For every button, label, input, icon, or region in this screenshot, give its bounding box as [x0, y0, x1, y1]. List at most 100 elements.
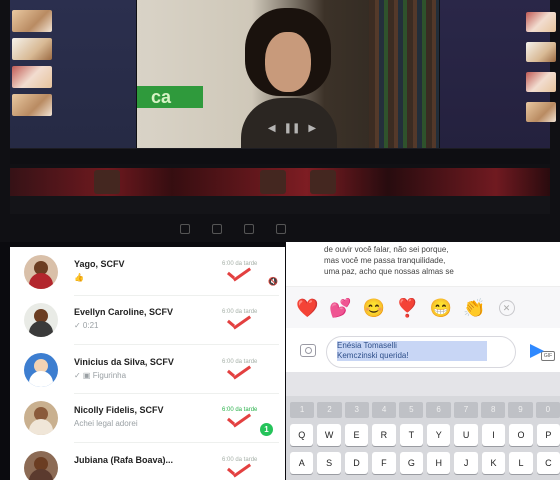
- thumbnail[interactable]: [526, 102, 556, 122]
- heart-exclamation-emoji[interactable]: ❣️: [396, 298, 418, 318]
- avatar: [24, 353, 58, 387]
- thumbnail[interactable]: [526, 42, 556, 62]
- chat-name: Evellyn Caroline, SCFV: [74, 307, 174, 317]
- letter-row-2: A S D F G H J K L C: [290, 452, 560, 474]
- key-a[interactable]: A: [290, 452, 314, 474]
- key-w[interactable]: W: [317, 424, 341, 446]
- avatar: [24, 451, 58, 480]
- avatar: [24, 255, 58, 289]
- nav-recent-icon[interactable]: [180, 224, 190, 234]
- key-c[interactable]: C: [536, 452, 560, 474]
- key-4[interactable]: 4: [371, 402, 397, 418]
- chat-time: 6:00 da tarde: [222, 309, 258, 315]
- participant-tile[interactable]: [94, 170, 120, 194]
- key-k[interactable]: K: [481, 452, 506, 474]
- key-7[interactable]: 7: [453, 402, 479, 418]
- key-q[interactable]: Q: [290, 424, 314, 446]
- two-hearts-emoji[interactable]: 💕: [329, 298, 351, 318]
- right-thumbnail-column: [526, 8, 558, 138]
- key-r[interactable]: R: [372, 424, 396, 446]
- nav-home-icon[interactable]: [212, 224, 222, 234]
- key-9[interactable]: 9: [508, 402, 533, 418]
- chat-row-jubiana[interactable]: Jubiana (Rafa Boava)... 6:00 da tarde: [10, 445, 285, 480]
- nav-menu-icon[interactable]: [276, 224, 286, 234]
- participant-strip: [10, 168, 550, 196]
- chat-preview: Achei legal adorei: [74, 419, 138, 428]
- key-0[interactable]: 0: [535, 402, 560, 418]
- divider: [74, 393, 279, 394]
- key-i[interactable]: I: [481, 424, 506, 446]
- forward-icon[interactable]: ▶: [308, 123, 316, 134]
- key-l[interactable]: L: [509, 452, 533, 474]
- key-1[interactable]: 1: [290, 402, 315, 418]
- thumbnail[interactable]: [12, 38, 52, 60]
- key-2[interactable]: 2: [317, 402, 342, 418]
- chat-preview: ✓ ▣ Figurinha: [74, 371, 127, 380]
- rewind-icon[interactable]: ◀: [268, 123, 276, 134]
- chat-row-nicolly[interactable]: Nicolly Fidelis, SCFV Achei legal adorei…: [10, 395, 285, 441]
- thumbnail[interactable]: [12, 66, 52, 88]
- chat-name: Jubiana (Rafa Boava)...: [74, 455, 174, 465]
- participant-tile[interactable]: [260, 170, 286, 194]
- letter-row-1: Q W E R T Y U I O P: [290, 424, 560, 446]
- key-d[interactable]: D: [344, 452, 369, 474]
- close-reactions-icon[interactable]: ✕: [498, 299, 515, 316]
- key-t[interactable]: T: [399, 424, 424, 446]
- chat-time: 6:00 da tarde: [222, 261, 258, 267]
- key-o[interactable]: O: [509, 424, 533, 446]
- key-6[interactable]: 6: [426, 402, 451, 418]
- heart-emoji[interactable]: ❤️: [296, 298, 318, 318]
- thumbnail[interactable]: [526, 72, 556, 92]
- camera-icon[interactable]: [300, 344, 316, 357]
- key-5[interactable]: 5: [399, 402, 424, 418]
- thumbnail[interactable]: [12, 10, 52, 32]
- divider: [74, 442, 279, 443]
- key-p[interactable]: P: [536, 424, 560, 446]
- key-h[interactable]: H: [427, 452, 451, 474]
- key-u[interactable]: U: [454, 424, 478, 446]
- key-f[interactable]: F: [372, 452, 396, 474]
- keyboard-suggestion-bar: [286, 372, 560, 396]
- unread-badge: 1: [260, 423, 273, 436]
- grin-emoji[interactable]: 😁: [430, 298, 452, 318]
- chat-time: 6:00 da tarde: [222, 457, 258, 463]
- key-g[interactable]: G: [399, 452, 424, 474]
- chat-name: Vinicius da Silva, SCFV: [74, 357, 174, 367]
- send-icon[interactable]: [530, 344, 544, 358]
- clap-emoji[interactable]: 👏: [463, 298, 485, 318]
- red-check-mark: [224, 367, 252, 383]
- thumbnail[interactable]: [12, 94, 52, 116]
- message-input-value: Enésia Tomaselli Kemczinski querida!: [337, 341, 487, 361]
- key-s[interactable]: S: [317, 452, 341, 474]
- avatar: [24, 303, 58, 337]
- left-thumbnail-column: [10, 6, 56, 142]
- speaker-face: [265, 32, 311, 92]
- key-3[interactable]: 3: [344, 402, 369, 418]
- screen: ca ◀ ❚❚ ▶ Yago, SCFV 👍 6:00 da tarde 🔇 E…: [0, 0, 560, 480]
- key-j[interactable]: J: [454, 452, 478, 474]
- background-sign: ca: [137, 86, 203, 108]
- strip-shadow: [10, 196, 550, 214]
- red-check-mark: [224, 317, 252, 333]
- keyboard: 1 2 3 4 5 6 7 8 9 0 Q W E R T Y U I O P …: [286, 396, 560, 480]
- chat-row-vinicius[interactable]: Vinicius da Silva, SCFV ✓ ▣ Figurinha 6:…: [10, 347, 285, 393]
- key-e[interactable]: E: [344, 424, 369, 446]
- chat-row-evellyn[interactable]: Evellyn Caroline, SCFV ✓ 0:21 6:00 da ta…: [10, 297, 285, 343]
- red-check-mark: [224, 269, 252, 285]
- chat-panel: de ouvir você falar, não sei porque, mas…: [286, 242, 560, 480]
- message-input[interactable]: Enésia Tomaselli Kemczinski querida! GIF: [326, 336, 555, 368]
- participant-tile[interactable]: [310, 170, 336, 194]
- nav-back-icon[interactable]: [244, 224, 254, 234]
- chat-row-yago[interactable]: Yago, SCFV 👍 6:00 da tarde 🔇: [10, 249, 285, 295]
- message-input-row: Enésia Tomaselli Kemczinski querida! GIF: [286, 330, 560, 372]
- chat-list: Yago, SCFV 👍 6:00 da tarde 🔇 Evellyn Car…: [10, 247, 285, 480]
- emoji-reaction-bar: ❤️ 💕 😊 ❣️ 😁 👏 ✕: [286, 286, 560, 328]
- key-8[interactable]: 8: [481, 402, 506, 418]
- key-y[interactable]: Y: [427, 424, 451, 446]
- chat-time: 6:00 da tarde: [222, 359, 258, 365]
- thumbnail[interactable]: [526, 12, 556, 32]
- chat-name: Yago, SCFV: [74, 259, 125, 269]
- video-call-area: ca ◀ ❚❚ ▶: [0, 0, 560, 242]
- pause-icon[interactable]: ❚❚: [284, 123, 301, 134]
- smile-emoji[interactable]: 😊: [363, 298, 385, 318]
